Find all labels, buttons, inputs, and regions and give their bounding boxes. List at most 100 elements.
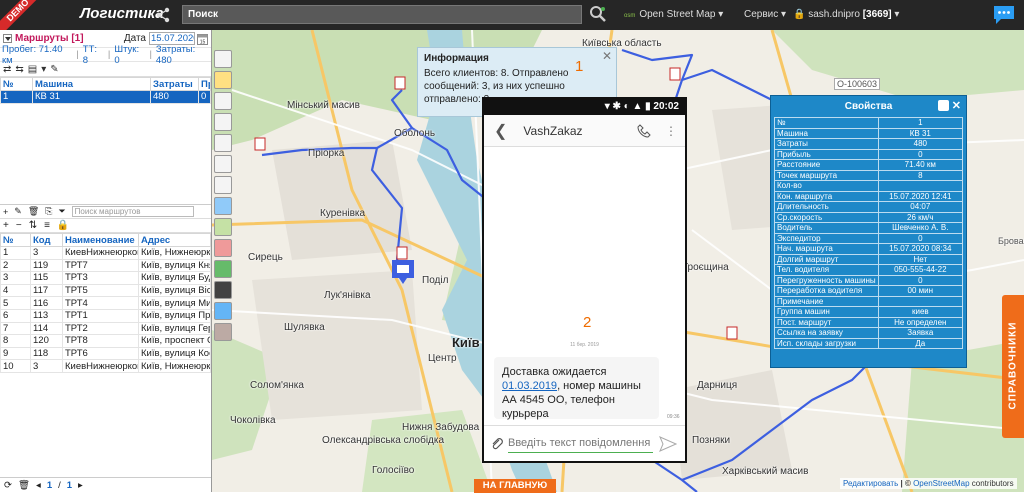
- layers-tool-icon[interactable]: [214, 218, 232, 236]
- map-label: Харківський масив: [722, 466, 809, 477]
- list-icon[interactable]: ≡: [44, 220, 50, 231]
- send-icon[interactable]: [659, 435, 677, 452]
- property-value: 00 мин: [877, 285, 964, 297]
- add-icon[interactable]: +: [3, 207, 8, 217]
- edit-icon[interactable]: ✎: [14, 206, 22, 217]
- polygon-tool-icon[interactable]: [214, 113, 232, 131]
- map-label: Пріорка: [308, 148, 345, 159]
- property-row: Ср.скорость 26 км/ч: [774, 211, 964, 223]
- pencil-tool-icon[interactable]: [214, 134, 232, 152]
- share-icon[interactable]: [155, 7, 171, 23]
- osm-link[interactable]: OpenStreetMap: [913, 479, 969, 488]
- refresh-icon[interactable]: ⟳: [4, 480, 12, 491]
- prev-page-button[interactable]: ◂: [36, 480, 41, 491]
- map-label: Бровар: [998, 236, 1024, 246]
- property-value: Да: [877, 337, 964, 349]
- wrench-icon[interactable]: ✎: [50, 64, 58, 75]
- funnel-icon[interactable]: ⏷: [58, 206, 65, 217]
- map-label: Поділ: [422, 275, 449, 286]
- table-row[interactable]: 6113ТРТ1Київ, вулиця Прик: [0, 308, 211, 323]
- chat-icon[interactable]: [992, 3, 1016, 27]
- col-header[interactable]: Наименование: [62, 233, 139, 247]
- property-value: 050-555-44-22: [877, 264, 964, 276]
- search-input[interactable]: [182, 5, 582, 24]
- green-tool-icon[interactable]: [214, 260, 232, 278]
- property-value: [877, 295, 964, 307]
- phone-input-row: [484, 425, 685, 461]
- property-row: Точек маршрута 8: [774, 169, 964, 181]
- routes-dropdown[interactable]: Маршруты [1]: [3, 33, 84, 44]
- routes-search-input[interactable]: [71, 206, 194, 217]
- back-icon[interactable]: ❮: [494, 121, 507, 141]
- sort-icon[interactable]: ⇅: [29, 220, 37, 231]
- service-menu[interactable]: Сервис ▾: [744, 9, 786, 20]
- print-icon[interactable]: ▤: [28, 64, 37, 75]
- home-button[interactable]: НА ГЛАВНУЮ: [474, 479, 556, 493]
- table-row[interactable]: 1 КВ 31 480 0: [0, 90, 211, 104]
- magic-tool-icon[interactable]: [214, 176, 232, 194]
- user-tool-icon[interactable]: [214, 323, 232, 341]
- col-header[interactable]: №: [0, 77, 33, 91]
- property-key: Группа машин: [774, 306, 879, 318]
- col-header[interactable]: Код: [30, 233, 63, 247]
- user-menu[interactable]: 🔒 sash.dnipro [3669] ▾: [793, 9, 899, 20]
- add-client-icon[interactable]: +: [3, 220, 9, 231]
- route-tool-icon[interactable]: [214, 92, 232, 110]
- lock-icon[interactable]: 🔒: [57, 220, 69, 231]
- help-tool-icon[interactable]: [214, 302, 232, 320]
- message-input[interactable]: [508, 434, 653, 453]
- property-key: Точек маршрута: [774, 169, 879, 181]
- references-tab[interactable]: СПРАВОЧНИКИ: [1002, 295, 1024, 438]
- clear-tool-icon[interactable]: [214, 239, 232, 257]
- table-row[interactable]: 9 118 ТРТ6 Київ, вулиця Кост: [0, 346, 211, 361]
- delete-icon[interactable]: 🗑: [28, 206, 39, 217]
- map-label: Солом'янка: [250, 380, 304, 391]
- property-value: 480: [877, 138, 964, 150]
- table-row[interactable]: 4117ТРТ5Київ, вулиця Віско: [0, 283, 211, 298]
- col-header[interactable]: Машина: [32, 77, 151, 91]
- table-row[interactable]: 13КиевНижнеюрковскаяКиїв, Нижнеюрковс: [0, 246, 211, 260]
- more-icon[interactable]: ⋮: [665, 124, 677, 138]
- table-row[interactable]: 103КиевНижнеюрковскаяКиїв, Нижнеюрковс: [0, 359, 211, 373]
- search-icon[interactable]: [588, 4, 608, 24]
- col-header[interactable]: №: [0, 233, 31, 247]
- close-icon[interactable]: ✕: [952, 99, 961, 114]
- property-row: Нач. маршрута 15.07.2020 08:34: [774, 243, 964, 255]
- col-header[interactable]: Пр: [198, 77, 211, 91]
- film-tool-icon[interactable]: [214, 281, 232, 299]
- edit-link[interactable]: Редактировать: [843, 479, 898, 488]
- table-row[interactable]: 2119ТРТ7Київ, вулиця Княж: [0, 258, 211, 273]
- road-label: О-100603: [834, 78, 881, 90]
- col-header[interactable]: Адрес: [138, 233, 211, 247]
- reverse-icon[interactable]: ⇆: [15, 64, 23, 75]
- table-row[interactable]: 5116ТРТ4Київ, вулиця Мико: [0, 296, 211, 310]
- map-provider-menu[interactable]: osm Open Street Map ▾: [624, 9, 723, 20]
- attach-icon[interactable]: [490, 437, 504, 451]
- table-row[interactable]: 8120ТРТ8Київ, проспект Сво: [0, 334, 211, 348]
- property-row: Ссылка на заявку Заявка: [774, 327, 964, 339]
- lock-icon[interactable]: [938, 100, 949, 111]
- remove-client-icon[interactable]: −: [16, 220, 22, 231]
- message-link[interactable]: 01.03.2019: [502, 380, 557, 392]
- routes-table: № Машина Затраты Пр 1КВ 314800: [0, 77, 211, 104]
- filter-icon[interactable]: ▾: [41, 64, 46, 75]
- property-key: Переработка водителя: [774, 285, 879, 297]
- table-row[interactable]: 7114ТРТ2Київ, вулиця Герої: [0, 321, 211, 336]
- property-row: Долгий маршрут Нет: [774, 253, 964, 265]
- swap-icon[interactable]: ⇄: [3, 64, 11, 75]
- delete-all-icon[interactable]: 🗑: [18, 480, 30, 491]
- copy-icon[interactable]: ⎘: [45, 206, 52, 217]
- close-icon[interactable]: ✕: [602, 50, 612, 63]
- crosshair-tool-icon[interactable]: [214, 50, 232, 68]
- globe-tool-icon[interactable]: [214, 197, 232, 215]
- col-header[interactable]: Затраты: [150, 77, 199, 91]
- total-pages: 1: [66, 479, 73, 491]
- property-value: 15.07.2020 08:34: [877, 243, 964, 255]
- table-row[interactable]: 3115ТРТ3Київ, вулиця Будів: [0, 271, 211, 285]
- property-key: Экспедитор: [774, 232, 879, 244]
- property-value: Заявка: [877, 327, 964, 339]
- next-page-button[interactable]: ▸: [78, 480, 83, 491]
- phone-call-icon[interactable]: [637, 123, 651, 138]
- hand-tool-icon[interactable]: [214, 71, 232, 89]
- ruler-tool-icon[interactable]: [214, 155, 232, 173]
